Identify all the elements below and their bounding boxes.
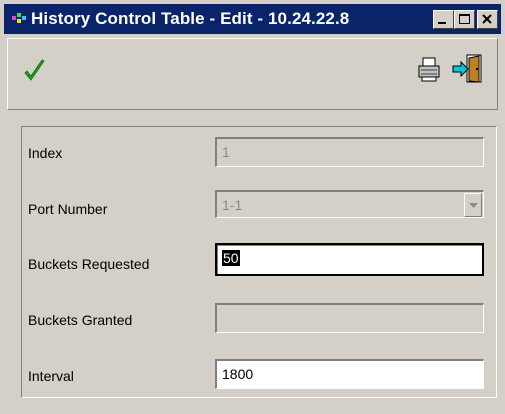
port-number-label: Port Number bbox=[28, 201, 108, 217]
toolbar bbox=[7, 38, 498, 110]
checkmark-icon bbox=[24, 59, 45, 81]
maximize-button[interactable] bbox=[454, 10, 475, 29]
minimize-button[interactable] bbox=[433, 10, 454, 29]
port-number-dropdown-button bbox=[464, 193, 482, 217]
index-value: 1 bbox=[222, 144, 230, 160]
buckets-requested-value: 50 bbox=[222, 250, 240, 266]
port-number-value: 1-1 bbox=[222, 197, 243, 213]
buckets-requested-label: Buckets Requested bbox=[28, 256, 150, 272]
interval-label: Interval bbox=[28, 368, 74, 384]
interval-value: 1800 bbox=[222, 366, 254, 382]
title-bar[interactable]: History Control Table - Edit - 10.24.22.… bbox=[4, 4, 501, 34]
buckets-requested-input[interactable]: 50 bbox=[215, 243, 484, 276]
print-button[interactable] bbox=[416, 55, 442, 88]
app-icon bbox=[12, 13, 26, 23]
buckets-granted-field bbox=[215, 303, 484, 333]
close-icon bbox=[482, 14, 492, 24]
edit-dialog-window: History Control Table - Edit - 10.24.22.… bbox=[0, 0, 505, 414]
apply-button[interactable] bbox=[22, 59, 48, 90]
window-title: History Control Table - Edit - 10.24.22.… bbox=[31, 9, 350, 28]
maximize-icon bbox=[459, 14, 470, 24]
buckets-granted-label: Buckets Granted bbox=[28, 312, 133, 328]
chevron-down-icon bbox=[469, 203, 478, 208]
printer-icon bbox=[418, 57, 440, 82]
port-number-select: 1-1 bbox=[215, 190, 484, 218]
interval-input[interactable]: 1800 bbox=[215, 359, 484, 389]
minimize-icon bbox=[438, 22, 446, 24]
exit-door-icon bbox=[452, 54, 482, 83]
index-label: Index bbox=[28, 145, 63, 161]
index-field: 1 bbox=[215, 137, 484, 167]
exit-button[interactable] bbox=[451, 52, 485, 91]
close-button[interactable] bbox=[477, 10, 498, 29]
